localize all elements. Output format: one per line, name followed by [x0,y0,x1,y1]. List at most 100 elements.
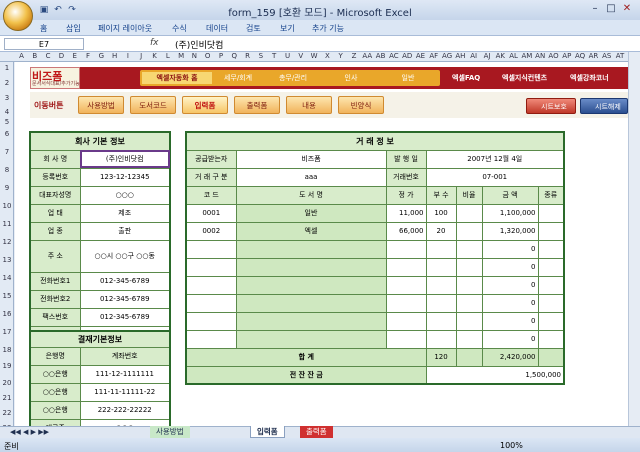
row-number[interactable]: 4 [0,108,14,116]
trade-no-value[interactable]: 07-001 [425,167,565,187]
formula-input[interactable]: (주)인비닷컴 [175,38,223,51]
sheet-unprotect-button[interactable]: 시트해제 [580,98,628,114]
column-letter[interactable]: T [268,52,281,60]
row-number[interactable]: 3 [0,94,14,102]
column-letter[interactable]: AA [361,52,374,60]
link-excel-faq[interactable]: 엑셀FAQ [452,73,480,83]
payment-value-cell[interactable]: 111-12-1111111 [79,364,171,384]
company-value-cell[interactable]: ○○시 ○○구 ○○동 [79,239,171,273]
type-value[interactable]: aaa [235,167,387,187]
ribbon-tab-formulas[interactable]: 수식 [172,23,187,34]
column-letter[interactable]: P [215,52,228,60]
row-number[interactable]: 22 [0,409,14,417]
trade-item-cell[interactable]: 0 [481,293,539,313]
column-letter[interactable]: AK [494,52,507,60]
column-letter[interactable]: X [321,52,334,60]
column-letter[interactable]: O [201,52,214,60]
column-letter[interactable]: AB [374,52,387,60]
column-letter[interactable]: V [294,52,307,60]
ribbon-tab-review[interactable]: 검토 [246,23,261,34]
trade-item-cell[interactable] [185,311,237,331]
row-number[interactable]: 17 [0,328,14,336]
trade-item-cell[interactable] [425,239,457,259]
column-letter[interactable]: E [68,52,81,60]
ribbon-tab-insert[interactable]: 삽입 [66,23,81,34]
company-value-cell[interactable]: 012-345-6789 [79,271,171,291]
trade-item-cell[interactable]: 일반 [235,203,387,223]
column-letter[interactable]: AS [600,52,613,60]
vertical-scrollbar[interactable] [628,52,640,426]
trade-item-cell[interactable]: 100 [425,203,457,223]
trade-item-cell[interactable] [185,329,237,349]
row-number[interactable]: 19 [0,362,14,370]
trade-item-cell[interactable]: 11,000 [385,203,427,223]
nav-tab-general[interactable]: 일반 [380,72,436,84]
ribbon-tab-layout[interactable]: 페이지 레이아웃 [98,23,152,34]
sheet-protect-button[interactable]: 시트보호 [526,98,576,114]
ribbon-tab-view[interactable]: 보기 [280,23,295,34]
usage-button[interactable]: 사용방법 [78,96,124,114]
column-letter[interactable]: AQ [574,52,587,60]
name-box[interactable]: E7 [4,38,84,50]
row-number[interactable]: 1 [0,64,14,72]
column-letter[interactable]: AO [547,52,560,60]
trade-item-cell[interactable] [455,239,483,259]
row-number[interactable]: 8 [0,166,14,174]
column-letter[interactable]: AR [587,52,600,60]
column-letter[interactable]: H [108,52,121,60]
trade-item-cell[interactable] [235,239,387,259]
row-number[interactable]: 15 [0,292,14,300]
trade-item-cell[interactable] [537,311,565,331]
column-letter[interactable]: U [281,52,294,60]
trade-item-cell[interactable] [185,293,237,313]
column-letter[interactable]: W [308,52,321,60]
sheet-tab-output[interactable]: 출력폼 [300,426,333,438]
row-number[interactable]: 21 [0,394,14,402]
column-letter[interactable]: J [135,52,148,60]
row-number[interactable]: 6 [0,130,14,138]
column-letter[interactable]: B [28,52,41,60]
trade-item-cell[interactable] [455,311,483,331]
column-letter[interactable]: AM [520,52,533,60]
supplier-value[interactable]: 비즈폼 [235,149,387,169]
column-letter[interactable]: D [55,52,68,60]
trade-item-cell[interactable]: 1,320,000 [481,221,539,241]
column-letter[interactable]: AL [507,52,520,60]
ribbon-tab-home[interactable]: 홈 [40,23,47,34]
column-letter[interactable]: C [42,52,55,60]
nav-tab-tax[interactable]: 세무/회계 [214,72,262,84]
zoom-level[interactable]: 100% [500,441,523,450]
trade-item-cell[interactable] [455,257,483,277]
nav-tab-home[interactable]: 엑셀자동화 홈 [142,72,212,84]
trade-item-cell[interactable] [235,257,387,277]
trade-item-cell[interactable] [385,293,427,313]
trade-item-cell[interactable] [537,221,565,241]
trade-item-cell[interactable] [455,275,483,295]
company-name-cell[interactable]: (주)인비닷컴 [79,149,171,169]
row-number[interactable]: 12 [0,238,14,246]
payment-value-cell[interactable]: 111-11-11111-22 [79,382,171,402]
column-letter[interactable]: AG [441,52,454,60]
row-number[interactable]: 9 [0,184,14,192]
input-form-button[interactable]: 입력폼 [182,96,228,114]
company-value-cell[interactable]: 012-345-6789 [79,307,171,327]
trade-item-cell[interactable]: 엑셀 [235,221,387,241]
row-number[interactable]: 2 [0,79,14,87]
previous-balance-value[interactable]: 1,500,000 [425,365,565,385]
link-excel-knowledge[interactable]: 엑셀지식컨텐츠 [502,73,547,83]
trade-item-cell[interactable]: 0 [481,275,539,295]
close-icon[interactable]: ✕ [620,2,634,16]
trade-item-cell[interactable] [537,329,565,349]
column-letter[interactable]: AJ [481,52,494,60]
column-letter[interactable]: AP [560,52,573,60]
trade-item-cell[interactable] [235,311,387,331]
book-code-button[interactable]: 도서코드 [130,96,176,114]
trade-item-cell[interactable] [235,329,387,349]
column-letter[interactable]: AH [454,52,467,60]
company-value-cell[interactable]: 123-12-12345 [79,167,171,187]
trade-item-cell[interactable]: 1,100,000 [481,203,539,223]
trade-item-cell[interactable] [385,275,427,295]
column-letter[interactable]: AD [401,52,414,60]
trade-item-cell[interactable] [425,293,457,313]
column-letter[interactable]: AN [534,52,547,60]
